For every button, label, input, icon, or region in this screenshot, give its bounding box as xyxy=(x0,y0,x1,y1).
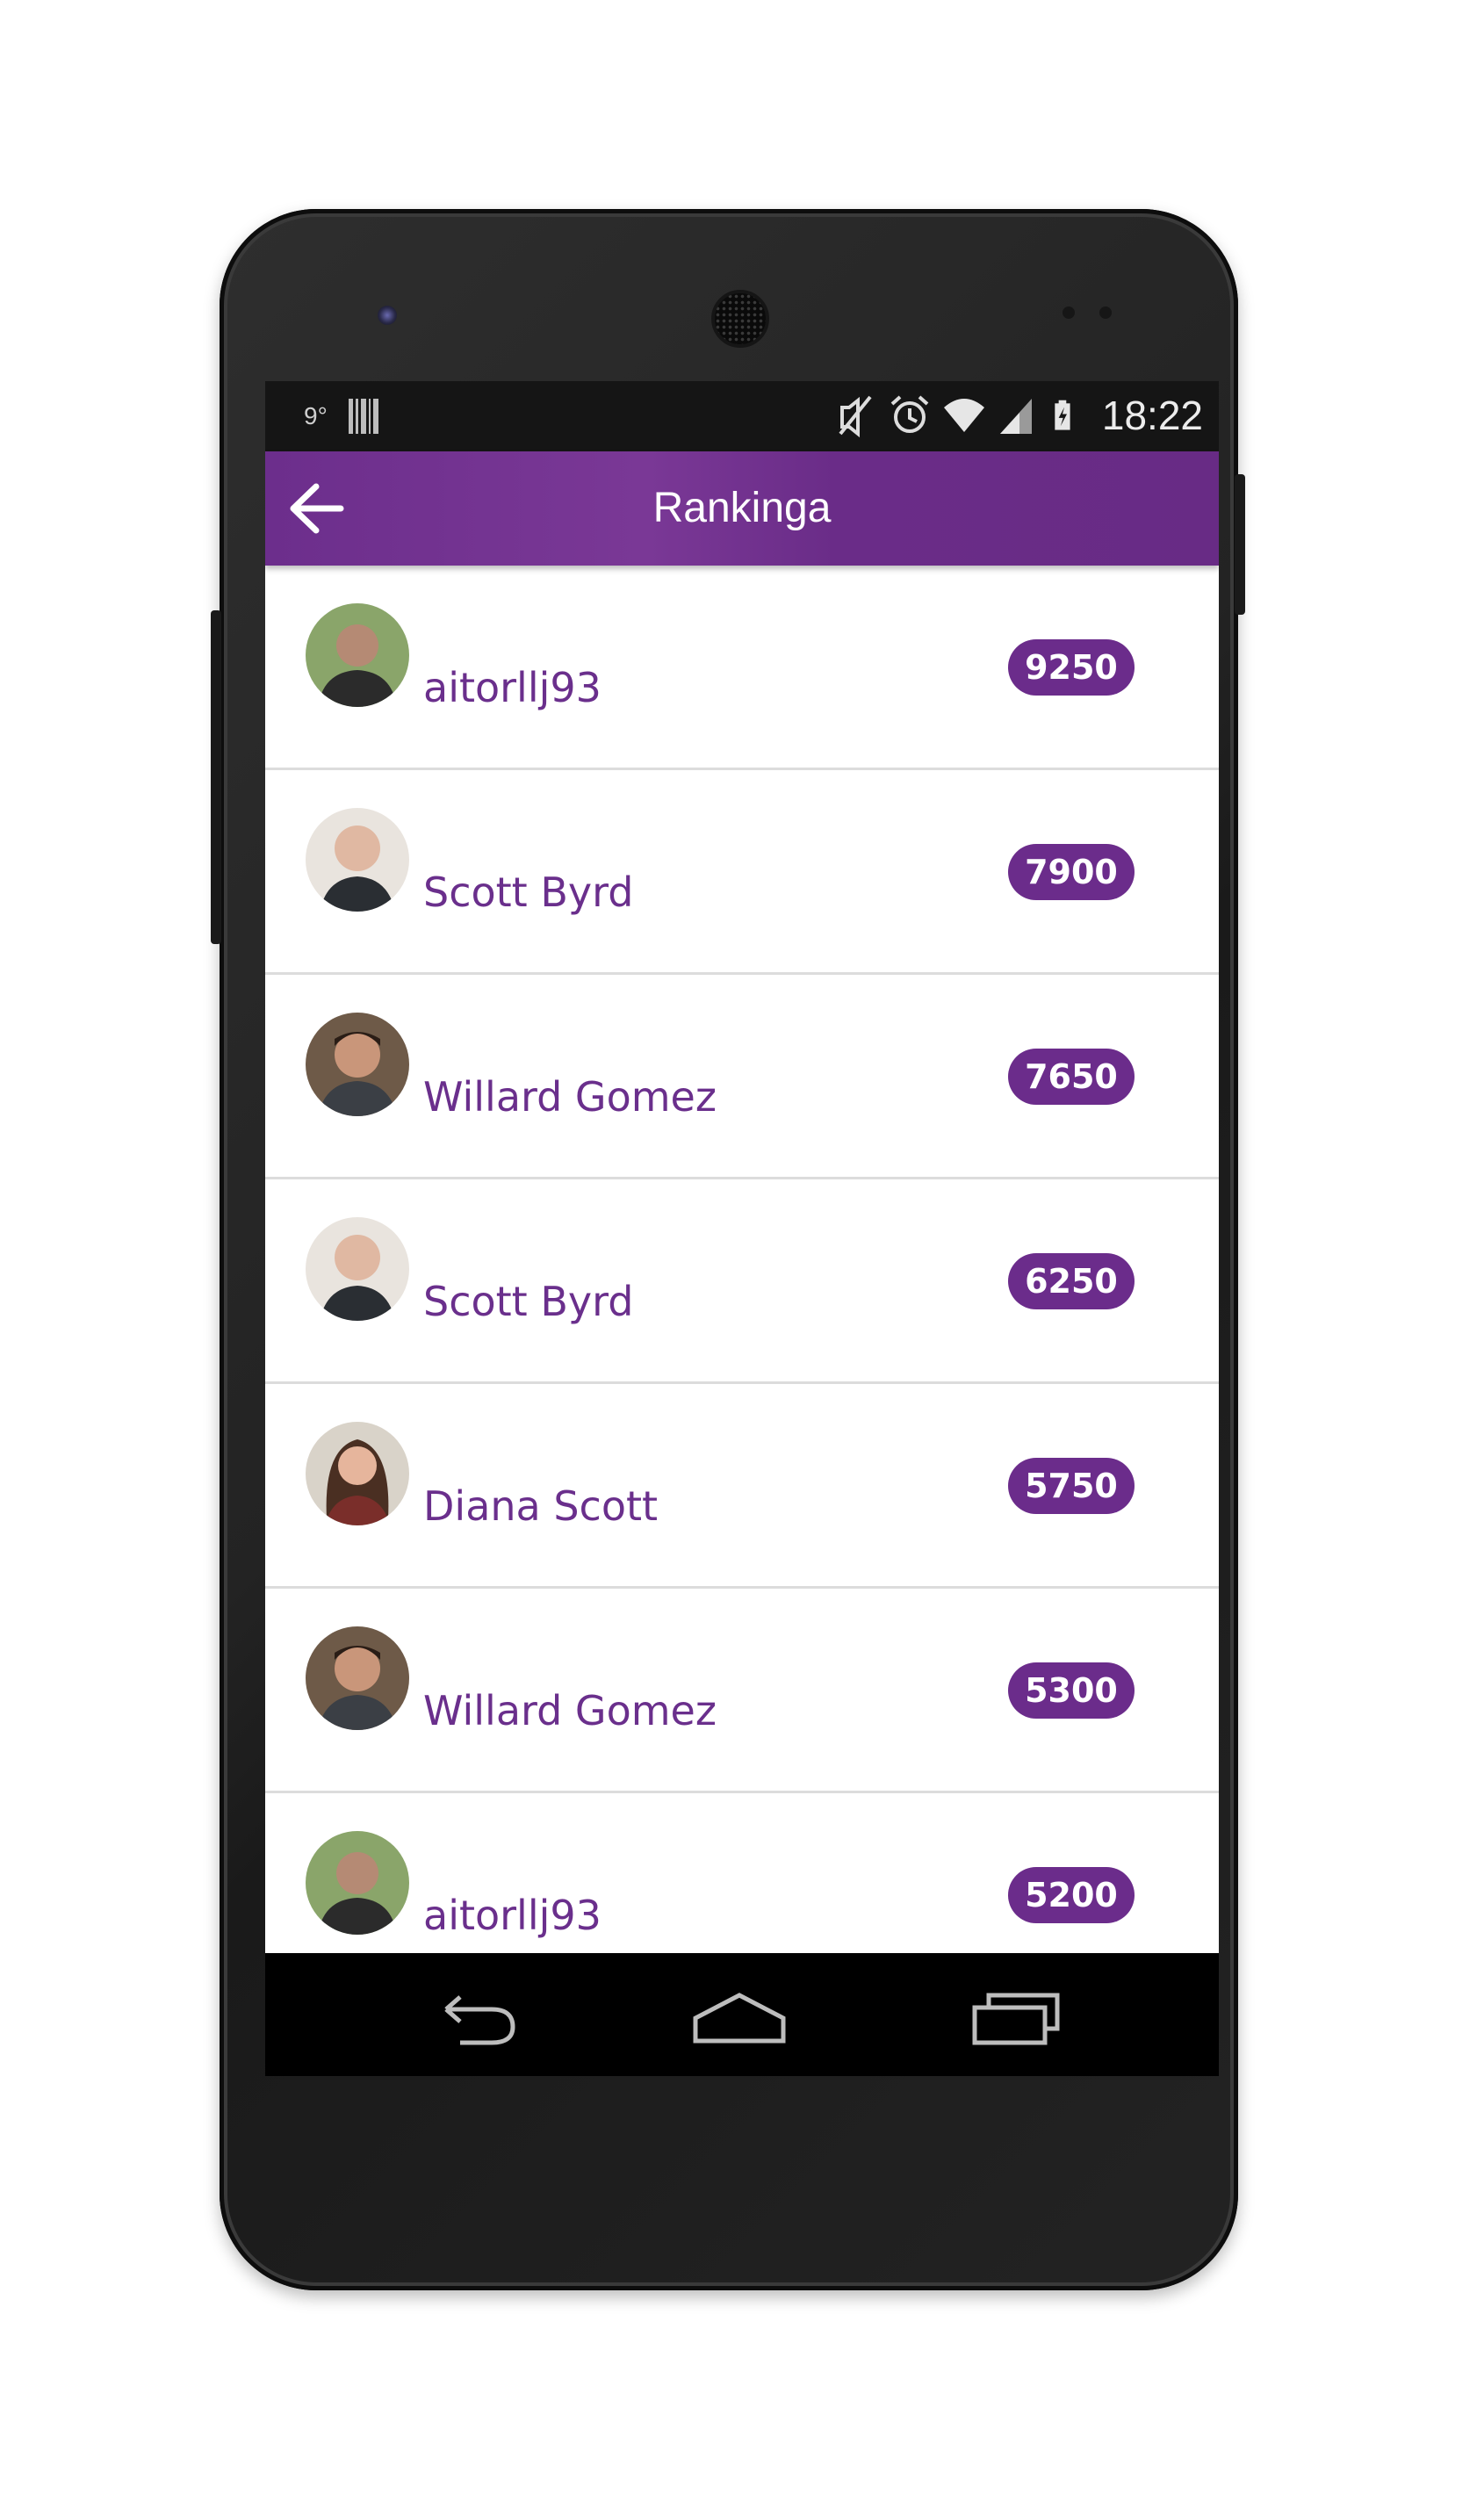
score-badge: 6250 xyxy=(1008,1253,1135,1309)
avatar xyxy=(306,1217,409,1321)
avatar xyxy=(306,1013,409,1116)
light-sensor xyxy=(1099,306,1112,319)
player-name: Willard Gomez xyxy=(423,1073,717,1121)
nav-home-icon[interactable] xyxy=(687,1988,792,2050)
ranking-row[interactable]: Scott Byrd 6250 xyxy=(265,1179,1219,1384)
signal-icon xyxy=(999,399,1032,434)
avatar xyxy=(306,808,409,912)
volume-button xyxy=(211,610,221,944)
earpiece-speaker xyxy=(711,290,769,348)
proximity-sensor xyxy=(1063,306,1075,319)
player-name: Scott Byrd xyxy=(423,1278,634,1325)
ranking-row[interactable]: Willard Gomez 5300 xyxy=(265,1589,1219,1793)
status-bar: 9° 18:22 xyxy=(265,381,1219,451)
score-badge: 5750 xyxy=(1008,1458,1135,1514)
app-bar: Rankinga xyxy=(265,451,1219,566)
ranking-row[interactable]: Scott Byrd 7900 xyxy=(265,770,1219,975)
player-name: Scott Byrd xyxy=(423,869,634,916)
ranking-row[interactable]: aitorllj93 9250 xyxy=(265,566,1219,770)
ranking-list: aitorllj93 9250 Scott Byrd 7900 Willard Gome… xyxy=(265,566,1219,1998)
wifi-icon xyxy=(943,399,984,432)
power-button xyxy=(1235,474,1245,615)
alarm-icon xyxy=(890,395,929,433)
ranking-row[interactable]: Willard Gomez 7650 xyxy=(265,975,1219,1179)
battery-charging-icon xyxy=(1055,400,1070,430)
score-badge: 7650 xyxy=(1008,1049,1135,1105)
avatar xyxy=(306,1422,409,1525)
screen: 9° 18:22 Rankinga aitorllj93 9250 Scott … xyxy=(265,381,1219,2076)
ranking-row[interactable]: Diana Scott 5750 xyxy=(265,1384,1219,1589)
clock: 18:22 xyxy=(1101,393,1203,438)
temperature: 9° xyxy=(304,402,328,429)
nav-recent-apps-icon[interactable] xyxy=(959,1988,1064,2050)
avatar xyxy=(306,603,409,707)
score-badge: 5200 xyxy=(1008,1867,1135,1923)
front-camera xyxy=(378,306,397,325)
player-name: aitorllj93 xyxy=(423,1892,602,1939)
avatar xyxy=(306,1831,409,1935)
barcode-icon xyxy=(348,399,378,434)
player-name: aitorllj93 xyxy=(423,664,602,711)
score-badge: 5300 xyxy=(1008,1662,1135,1719)
score-badge: 7900 xyxy=(1008,844,1135,900)
navigation-bar xyxy=(265,1953,1219,2076)
player-name: Diana Scott xyxy=(423,1482,659,1530)
player-name: Willard Gomez xyxy=(423,1687,717,1734)
mute-icon xyxy=(839,395,872,438)
page-title: Rankinga xyxy=(652,485,832,531)
avatar xyxy=(306,1626,409,1730)
nav-back-icon[interactable] xyxy=(421,1988,527,2050)
score-badge: 9250 xyxy=(1008,639,1135,696)
